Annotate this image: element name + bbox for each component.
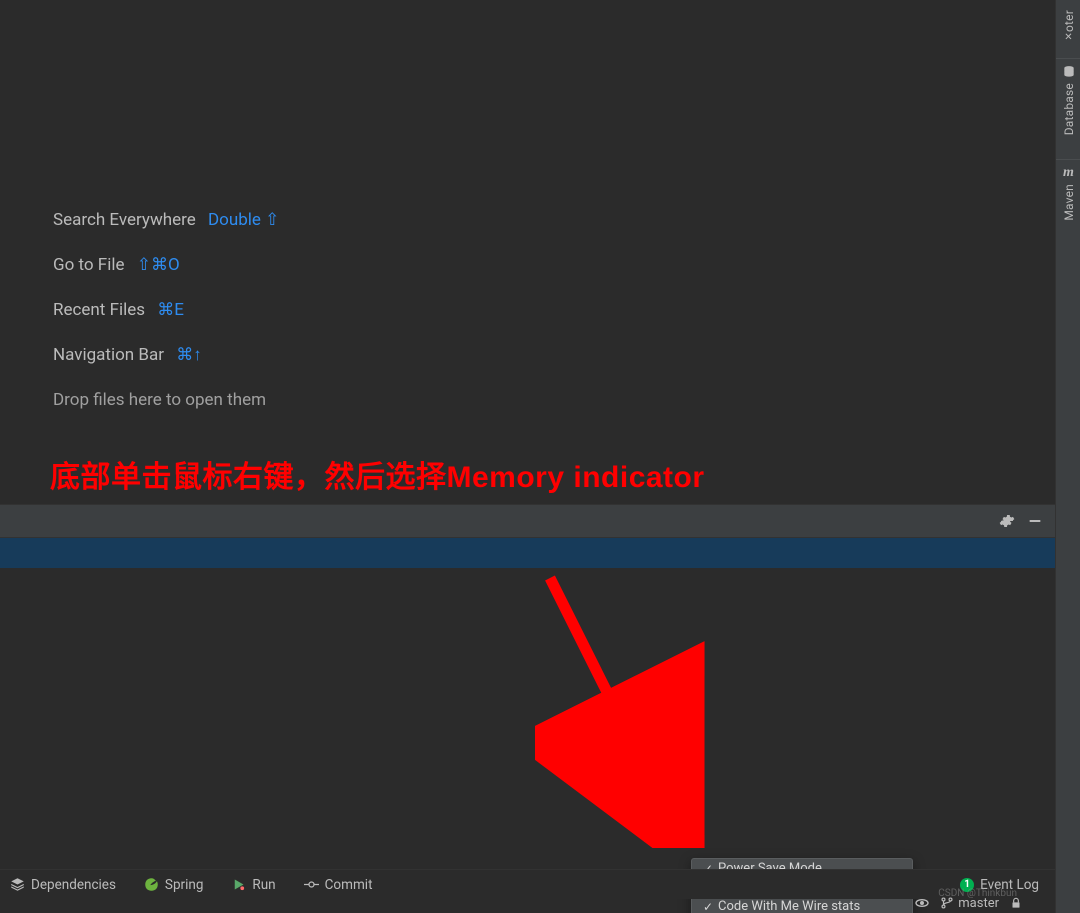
hint-label: Go to File: [53, 255, 124, 275]
editor-area: Search Everywhere Double ⇧ Go to File ⇧⌘…: [0, 0, 1055, 913]
inspection-eye-icon[interactable]: [914, 895, 930, 911]
hint-recent-files: Recent Files ⌘E: [53, 302, 279, 319]
minimize-icon[interactable]: [1027, 513, 1043, 529]
rail-label: Database: [1062, 83, 1076, 135]
toolwindow-label: Run: [252, 877, 275, 893]
highlighted-row: [0, 538, 1055, 568]
commit-icon: [304, 877, 319, 892]
rail-label: oter: [1062, 10, 1076, 32]
branch-name: master: [958, 896, 999, 911]
rail-label: Maven: [1062, 184, 1076, 221]
hint-label: Navigation Bar: [53, 345, 164, 365]
right-tool-rail: oter ✕ Database m Maven: [1055, 0, 1080, 913]
annotation-text: 底部单击鼠标右键，然后选择Memory indicator: [50, 452, 705, 496]
gear-icon[interactable]: [999, 513, 1015, 529]
close-icon: ✕: [1064, 32, 1072, 43]
toolwindow-commit[interactable]: Commit: [304, 877, 373, 893]
toolwindow-label: Spring: [165, 877, 204, 893]
menu-item-code-with-me-wire-stats[interactable]: ✓ Code With Me Wire stats: [692, 897, 912, 913]
root: Search Everywhere Double ⇧ Go to File ⇧⌘…: [0, 0, 1080, 913]
status-bar[interactable]: Dependencies Spring Run Commit: [0, 869, 1055, 899]
hint-label: Recent Files: [53, 300, 145, 320]
lock-icon[interactable]: [1009, 896, 1023, 910]
maven-icon: m: [1063, 166, 1074, 180]
rail-item-database[interactable]: Database: [1056, 59, 1080, 159]
hint-shortcut: Double ⇧: [208, 210, 279, 230]
menu-item-label: Code With Me Wire stats: [716, 899, 860, 913]
panel-toolbar: [0, 504, 1055, 538]
status-bar-right: master: [914, 895, 1023, 911]
git-branch-widget[interactable]: master: [940, 896, 999, 911]
toolwindow-run[interactable]: Run: [231, 877, 275, 893]
hint-shortcut: ⇧⌘O: [137, 255, 180, 275]
check-icon: ✓: [700, 900, 716, 913]
notification-badge: 1: [960, 878, 974, 892]
layers-icon: [10, 877, 25, 892]
spring-icon: [144, 877, 159, 892]
empty-editor-hints: Search Everywhere Double ⇧ Go to File ⇧⌘…: [53, 212, 279, 437]
hint-go-to-file: Go to File ⇧⌘O: [53, 257, 279, 274]
hint-label: Search Everywhere: [53, 210, 196, 230]
toolwindow-label: Dependencies: [31, 877, 116, 893]
toolwindow-spring[interactable]: Spring: [144, 877, 204, 893]
hint-navigation-bar: Navigation Bar ⌘↑: [53, 347, 279, 364]
rail-item-partial[interactable]: oter ✕: [1056, 0, 1080, 58]
rail-item-maven[interactable]: m Maven: [1056, 160, 1080, 240]
database-icon: [1062, 65, 1076, 79]
toolwindow-dependencies[interactable]: Dependencies: [10, 877, 116, 893]
hint-shortcut: ⌘↑: [176, 345, 202, 365]
toolwindow-event-log[interactable]: 1 Event Log: [960, 877, 1039, 893]
annotation-arrow: [535, 568, 705, 848]
hint-drop-files: Drop files here to open them: [53, 392, 279, 409]
run-icon: [231, 877, 246, 892]
toolwindow-label: Event Log: [980, 877, 1039, 893]
toolwindow-label: Commit: [325, 877, 373, 893]
hint-shortcut: ⌘E: [157, 300, 184, 320]
hint-search-everywhere: Search Everywhere Double ⇧: [53, 212, 279, 229]
